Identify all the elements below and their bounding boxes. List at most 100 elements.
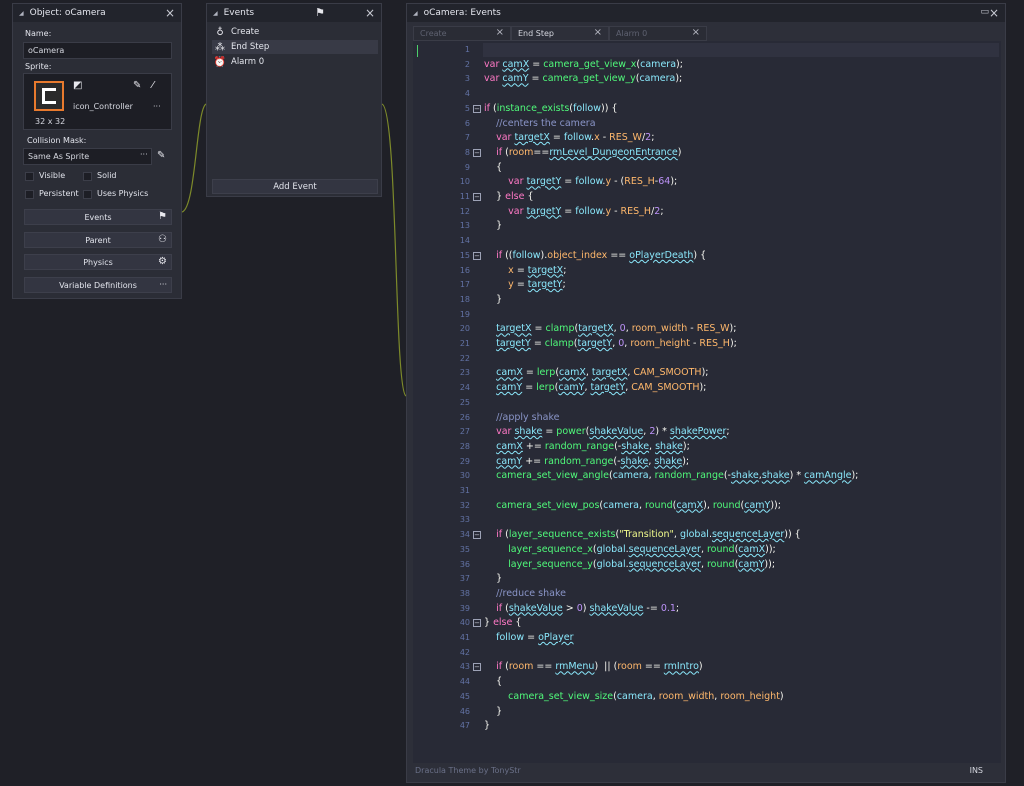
maximize-icon[interactable]: ▭ xyxy=(980,7,989,17)
code-line[interactable]: 44 { xyxy=(413,675,1001,690)
code-line[interactable]: 14 xyxy=(413,234,1001,249)
code-line[interactable]: 29 camY += random_range(-shake, shake); xyxy=(413,455,1001,470)
code-line[interactable]: 3 var camY = camera_get_view_y(camera); xyxy=(413,72,1001,87)
collision-menu-icon[interactable]: ··· xyxy=(140,150,148,159)
sprite-label: Sprite: xyxy=(25,62,52,71)
code-line[interactable]: 23 camX = lerp(camX, targetX, CAM_SMOOTH… xyxy=(413,366,1001,381)
code-editor[interactable]: 1 2 var camX = camera_get_view_x(camera); 3… xyxy=(413,41,1001,763)
code-line[interactable]: 31 xyxy=(413,484,1001,499)
collapse-icon[interactable]: ◢ xyxy=(413,10,418,17)
code-line[interactable]: 28 camX += random_range(-shake, shake); xyxy=(413,440,1001,455)
fold-toggle-icon[interactable]: − xyxy=(473,104,481,113)
code-line[interactable]: 41 follow = oPlayer xyxy=(413,631,1001,646)
code-line[interactable]: 2 var camX = camera_get_view_x(camera); xyxy=(413,58,1001,73)
close-tab-icon[interactable]: × xyxy=(594,27,602,38)
close-icon[interactable]: × xyxy=(165,6,175,20)
collapse-icon[interactable]: ◢ xyxy=(19,10,24,17)
object-panel: ◢ Object: oCamera × Name: oCamera Sprite… xyxy=(12,3,182,299)
code-line[interactable]: 16 x = targetX; xyxy=(413,264,1001,279)
code-line[interactable]: 13 } xyxy=(413,219,1001,234)
object-panel-titlebar[interactable]: ◢ Object: oCamera × xyxy=(13,4,181,22)
code-line[interactable]: 43− if (room == rmMenu) || (room == rmIn… xyxy=(413,660,1001,675)
code-line[interactable]: 1 xyxy=(413,43,1001,58)
code-line[interactable]: 30 camera_set_view_angle(camera, random_… xyxy=(413,469,1001,484)
tab-alarm-0[interactable]: Alarm 0 × xyxy=(609,26,707,41)
code-line[interactable]: 32 camera_set_view_pos(camera, round(cam… xyxy=(413,499,1001,514)
sprite-menu-icon[interactable]: ··· xyxy=(153,102,161,111)
fold-toggle-icon[interactable]: − xyxy=(473,251,481,260)
sprite-thumbnail[interactable] xyxy=(34,81,64,111)
persistent-checkbox[interactable] xyxy=(25,190,34,199)
close-tab-icon[interactable]: × xyxy=(692,27,700,38)
uses-physics-checkbox[interactable] xyxy=(83,190,92,199)
code-line[interactable]: 42 xyxy=(413,646,1001,661)
close-icon[interactable]: × xyxy=(989,6,999,20)
events-panel-titlebar[interactable]: ◢ Events ⚑ × xyxy=(207,4,381,22)
code-line[interactable]: 22 xyxy=(413,352,1001,367)
code-line[interactable]: 27 var shake = power(shakeValue, 2) * sh… xyxy=(413,425,1001,440)
tab-create[interactable]: Create × xyxy=(413,26,511,41)
visible-checkbox[interactable] xyxy=(25,172,34,181)
code-line[interactable]: 33 xyxy=(413,513,1001,528)
event-item-end-step[interactable]: ⁂ End Step xyxy=(212,40,378,54)
fold-toggle-icon[interactable]: − xyxy=(473,531,481,540)
variable-definitions-button[interactable]: Variable Definitions ··· xyxy=(24,277,172,293)
fold-toggle-icon[interactable]: − xyxy=(473,619,481,628)
code-line[interactable]: 34− if (layer_sequence_exists("Transitio… xyxy=(413,528,1001,543)
code-line[interactable]: 5− if (instance_exists(follow)) { xyxy=(413,102,1001,117)
fold-toggle-icon[interactable]: − xyxy=(473,663,481,672)
code-line[interactable]: 47} xyxy=(413,719,1001,734)
code-line[interactable]: 4 xyxy=(413,87,1001,102)
edit-mask-icon[interactable]: ✎ xyxy=(157,150,165,161)
collision-mask-field[interactable]: Same As Sprite xyxy=(23,148,152,165)
edit-sprite-icon[interactable]: ✎ xyxy=(133,80,141,91)
code-line[interactable]: 35 layer_sequence_x(global.sequenceLayer… xyxy=(413,543,1001,558)
event-label: Alarm 0 xyxy=(231,57,265,67)
physics-button[interactable]: Physics ⚙ xyxy=(24,254,172,270)
code-line[interactable]: 9 { xyxy=(413,161,1001,176)
close-tab-icon[interactable]: × xyxy=(496,27,504,38)
brush-icon[interactable]: ⁄ xyxy=(152,80,154,91)
line-number: 43 xyxy=(459,662,470,672)
new-sprite-icon[interactable]: ◩ xyxy=(73,80,82,91)
add-event-button[interactable]: Add Event xyxy=(212,179,378,194)
code-text: var camX = camera_get_view_x(camera); xyxy=(484,58,683,70)
code-line[interactable]: 26 //apply shake xyxy=(413,411,1001,426)
code-line[interactable]: 46 } xyxy=(413,705,1001,720)
code-line[interactable]: 17 y = targetY; xyxy=(413,278,1001,293)
fold-toggle-icon[interactable]: − xyxy=(473,148,481,157)
code-line[interactable]: 40−} else { xyxy=(413,616,1001,631)
code-line[interactable]: 11− } else { xyxy=(413,190,1001,205)
code-line[interactable]: 24 camY = lerp(camY, targetY, CAM_SMOOTH… xyxy=(413,381,1001,396)
collapse-icon[interactable]: ◢ xyxy=(213,10,218,17)
line-number: 21 xyxy=(459,339,470,348)
tab-end-step[interactable]: End Step × xyxy=(511,26,609,41)
code-line[interactable]: 18 } xyxy=(413,293,1001,308)
event-item-alarm[interactable]: ⏰ Alarm 0 xyxy=(212,55,378,69)
code-line[interactable]: 7 var targetX = follow.x - RES_W/2; xyxy=(413,131,1001,146)
close-icon[interactable]: × xyxy=(365,6,375,20)
code-line[interactable]: 12 var targetY = follow.y - RES_H/2; xyxy=(413,205,1001,220)
code-line[interactable]: 45 camera_set_view_size(camera, room_wid… xyxy=(413,690,1001,705)
code-line[interactable]: 6 //centers the camera xyxy=(413,117,1001,132)
code-line[interactable]: 25 xyxy=(413,396,1001,411)
code-line[interactable]: 15− if ((follow).object_index == oPlayer… xyxy=(413,249,1001,264)
code-line[interactable]: 8− if (room==rmLevel_DungeonEntrance) xyxy=(413,146,1001,161)
code-line[interactable]: 10 var targetY = follow.y - (RES_H-64); xyxy=(413,175,1001,190)
code-line[interactable]: 36 layer_sequence_y(global.sequenceLayer… xyxy=(413,558,1001,573)
code-panel-titlebar[interactable]: ◢ oCamera: Events ▭ × xyxy=(407,4,1005,22)
line-number: 23 xyxy=(459,368,470,378)
solid-checkbox[interactable] xyxy=(83,172,92,181)
fold-toggle-icon[interactable]: − xyxy=(473,193,481,201)
name-field[interactable]: oCamera xyxy=(23,42,172,59)
parent-button[interactable]: Parent ⚇ xyxy=(24,232,172,248)
code-line[interactable]: 19 xyxy=(413,308,1001,323)
code-line[interactable]: 38 //reduce shake xyxy=(413,587,1001,602)
code-line[interactable]: 20 targetX = clamp(targetX, 0, room_widt… xyxy=(413,322,1001,337)
sprite-box[interactable]: ◩ ✎ ⁄ icon_Controller ··· 32 x 32 xyxy=(23,73,172,130)
event-item-create[interactable]: ♁ Create xyxy=(212,25,378,39)
events-button[interactable]: Events ⚑ xyxy=(24,209,172,225)
code-line[interactable]: 21 targetY = clamp(targetY, 0, room_heig… xyxy=(413,337,1001,352)
code-line[interactable]: 39 if (shakeValue > 0) shakeValue -= 0.1… xyxy=(413,602,1001,617)
code-line[interactable]: 37 } xyxy=(413,572,1001,587)
